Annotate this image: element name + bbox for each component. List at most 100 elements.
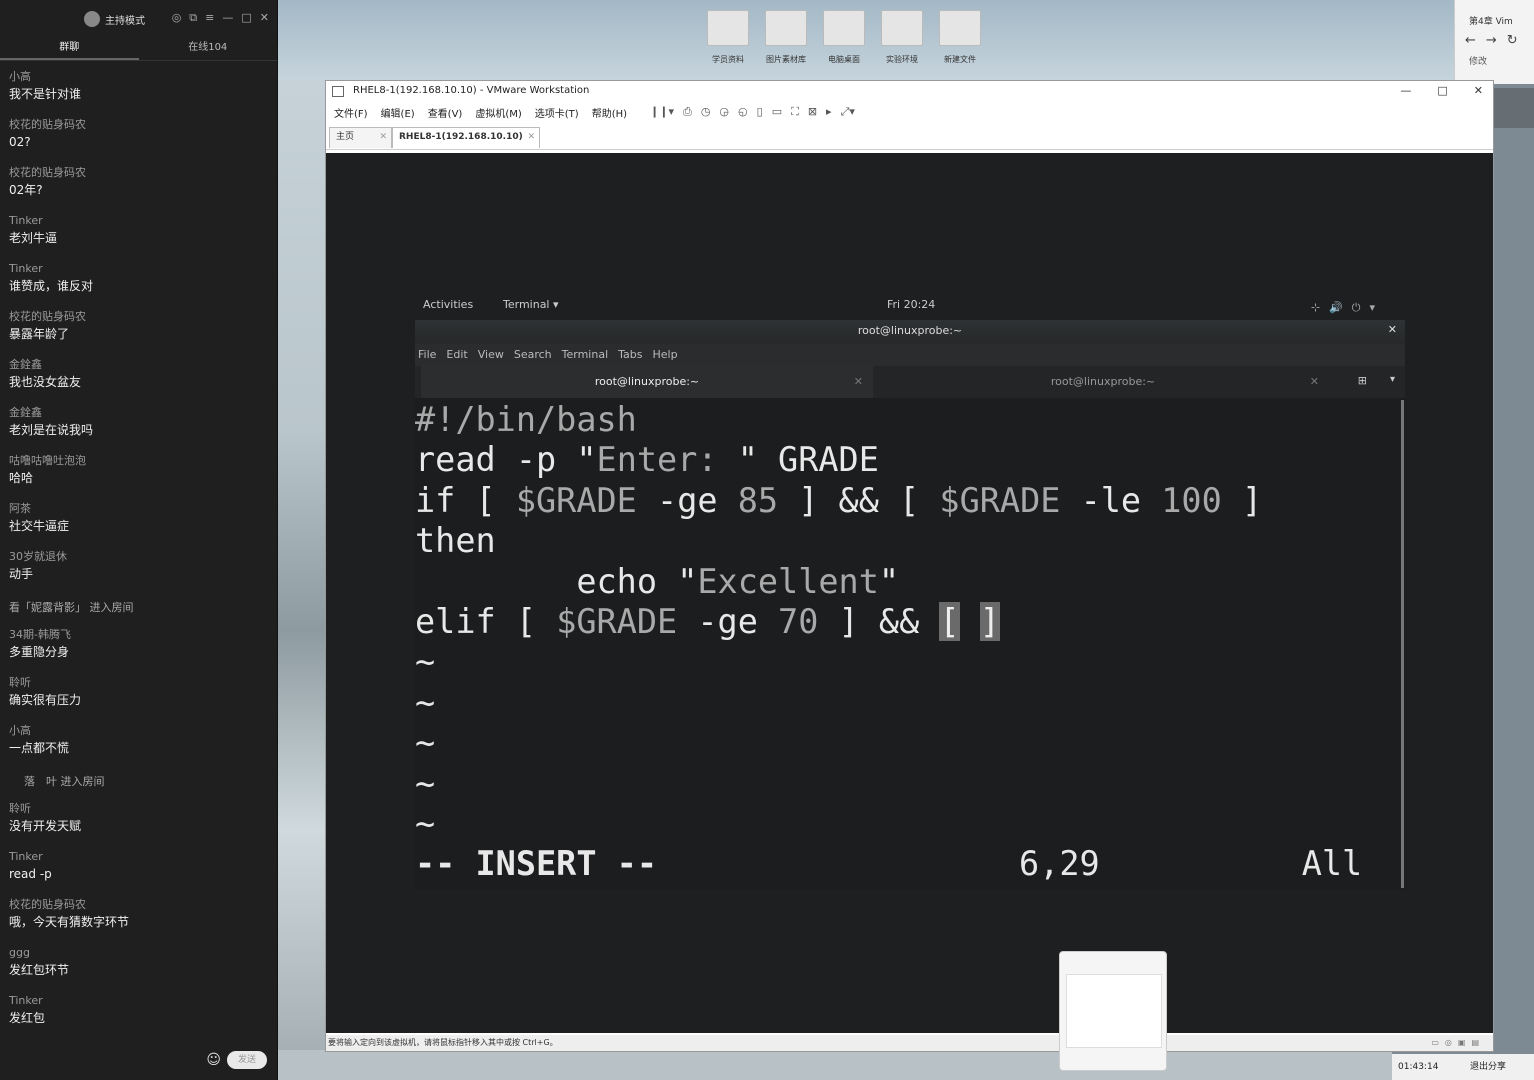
desktop-icon[interactable]: 电脑桌面 bbox=[819, 10, 869, 65]
activities-button[interactable]: Activities bbox=[423, 298, 473, 311]
desktop-icon-label: 学员资料 bbox=[712, 55, 744, 64]
terminal-window: root@linuxprobe:~ ✕ File Edit View Searc… bbox=[415, 320, 1405, 890]
chat-user: 金銓鑫 bbox=[9, 406, 42, 419]
chat-message: 校花的贴身码农 暴露年龄了 bbox=[0, 309, 277, 357]
menu-icon[interactable]: ≡ bbox=[205, 11, 214, 25]
close-icon[interactable]: ✕ bbox=[1310, 366, 1319, 398]
gnome-topbar: Activities Terminal ▾ Fri 20:24 ⊹🔊⏻▾ bbox=[415, 296, 1405, 315]
terminal-tab[interactable]: root@linuxprobe:~ ✕ bbox=[877, 366, 1329, 398]
tab-group-chat[interactable]: 群聊 bbox=[0, 38, 139, 60]
vim-mode: -- INSERT -- bbox=[415, 844, 658, 884]
chat-user: 咕噜咕噜吐泡泡 bbox=[9, 454, 86, 467]
popout-icon[interactable]: ⧉ bbox=[189, 11, 197, 25]
menu-help[interactable]: 帮助(H) bbox=[592, 105, 627, 120]
chat-text: 没有开发天赋 bbox=[9, 819, 82, 833]
terminal-menubar: File Edit View Search Terminal Tabs Help bbox=[415, 344, 1405, 366]
chat-text: 哈哈 bbox=[9, 471, 34, 485]
chat-user: Tinker bbox=[9, 214, 43, 227]
menu-view[interactable]: 查看(V) bbox=[428, 105, 463, 120]
desktop-icon[interactable]: 学员资料 bbox=[703, 10, 753, 65]
pause-icon[interactable]: ❙❙▾ bbox=[650, 105, 674, 119]
host-mode[interactable]: 主持模式 bbox=[84, 11, 145, 27]
chat-user: 小高 bbox=[9, 70, 31, 83]
minimize-icon[interactable]: — bbox=[1400, 84, 1411, 97]
tab-vm[interactable]: RHEL8-1(192.168.10.10) ✕ bbox=[392, 127, 540, 148]
terminal-menu-view[interactable]: View bbox=[478, 344, 504, 366]
chat-text: 动手 bbox=[9, 567, 34, 581]
terminal-title: root@linuxprobe:~ bbox=[857, 324, 963, 337]
close-icon[interactable]: ✕ bbox=[854, 366, 863, 398]
chat-panel: 主持模式 ◎ ⧉ ≡ — □ ✕ 群聊 在线104 小高 我不是针对谁 校花的贴身… bbox=[0, 0, 278, 1080]
snapshot-icon[interactable]: ◷ bbox=[701, 105, 711, 119]
send-keys-icon[interactable]: ⎙ bbox=[683, 105, 692, 119]
desktop-icon[interactable]: 实验环境 bbox=[877, 10, 927, 65]
revert-snapshot-icon[interactable]: ◶ bbox=[719, 105, 729, 119]
chat-message: 阿茶 社交牛逼症 bbox=[0, 501, 277, 549]
emoji-icon[interactable]: ☺ bbox=[206, 1052, 221, 1068]
device-icons[interactable]: ▭◎▣▤ bbox=[1431, 1035, 1485, 1051]
vim-statusline: -- INSERT -- 6,29 All bbox=[415, 844, 1362, 884]
fullscreen-icon[interactable]: ⛶ bbox=[791, 105, 799, 119]
menu-edit[interactable]: 编辑(E) bbox=[381, 105, 415, 120]
menu-file[interactable]: 文件(F) bbox=[334, 105, 368, 120]
terminal-menu-edit[interactable]: Edit bbox=[446, 344, 467, 366]
tilde-line: ~ bbox=[415, 723, 436, 763]
browser-window-fragment: 第4章 Vim ←→↻ 修改 bbox=[1454, 0, 1534, 84]
maximize-icon[interactable]: □ bbox=[1437, 84, 1447, 97]
tab-online[interactable]: 在线104 bbox=[139, 38, 278, 60]
close-icon[interactable]: ✕ bbox=[527, 128, 535, 147]
menu-vm[interactable]: 虚拟机(M) bbox=[475, 105, 521, 120]
chat-user: 校花的贴身码农 bbox=[9, 898, 86, 911]
terminal-titlebar: root@linuxprobe:~ ✕ bbox=[415, 320, 1405, 344]
stretch-icon[interactable]: ⤢▾ bbox=[841, 105, 855, 119]
vmware-window-controls: — □ ✕ bbox=[1400, 84, 1483, 97]
chat-user: 校花的贴身码农 bbox=[9, 118, 86, 131]
desktop-icon-label: 新建文件 bbox=[944, 55, 976, 64]
desktop-icon[interactable]: 图片素材库 bbox=[761, 10, 811, 65]
terminal-scrollbar[interactable] bbox=[1401, 400, 1404, 888]
chat-message: Tinker 谁赞成，谁反对 bbox=[0, 261, 277, 309]
close-icon[interactable]: ✕ bbox=[379, 128, 387, 147]
exit-share-button[interactable]: 退出分享 bbox=[1470, 1054, 1506, 1080]
terminal-menu-tabs[interactable]: Tabs bbox=[618, 344, 642, 366]
chat-text: 社交牛逼症 bbox=[9, 519, 70, 533]
chat-user: Tinker bbox=[9, 850, 43, 863]
desktop-bottom-strip bbox=[278, 1050, 1392, 1080]
host-avatar bbox=[84, 11, 100, 27]
unity-icon[interactable]: ⊠ bbox=[808, 105, 817, 119]
terminal-menu-file[interactable]: File bbox=[418, 344, 436, 366]
vim-buffer[interactable]: #!/bin/bash read -p "Enter: " GRADE if [ $… bbox=[415, 400, 1362, 885]
chat-text: read -p bbox=[9, 867, 52, 881]
terminal-tab[interactable]: root@linuxprobe:~ ✕ bbox=[421, 366, 873, 398]
chevron-down-icon[interactable]: ▾ bbox=[1390, 374, 1395, 385]
terminal-menu-search[interactable]: Search bbox=[514, 344, 552, 366]
snapshot-manager-icon[interactable]: ◵ bbox=[738, 105, 748, 119]
code-line: elif [ $GRADE -ge 70 ] && [ ] bbox=[415, 602, 1000, 642]
close-icon[interactable]: ✕ bbox=[1474, 84, 1483, 97]
terminal-app-menu[interactable]: Terminal ▾ bbox=[503, 298, 559, 311]
send-button[interactable]: 发送 bbox=[227, 1051, 267, 1069]
new-tab-icon[interactable]: ⊞ bbox=[1358, 374, 1367, 387]
chat-input-bar: ☺ 发送 bbox=[0, 1042, 277, 1080]
tab-home[interactable]: 主页 ✕ bbox=[329, 127, 392, 148]
console-view-icon[interactable]: ▭ bbox=[772, 105, 782, 119]
close-icon[interactable]: ✕ bbox=[1388, 323, 1397, 336]
modify-button[interactable]: 修改 bbox=[1455, 48, 1534, 67]
desktop-icon[interactable]: 新建文件 bbox=[935, 10, 985, 65]
terminal-menu-terminal[interactable]: Terminal bbox=[562, 344, 609, 366]
browser-tab[interactable]: 第4章 Vim bbox=[1455, 0, 1534, 27]
code-line: then bbox=[415, 521, 496, 561]
browser-nav-icons[interactable]: ←→↻ bbox=[1455, 27, 1534, 48]
clock[interactable]: Fri 20:24 bbox=[887, 298, 935, 311]
window-preview-thumbnail[interactable] bbox=[1059, 951, 1167, 1071]
terminal-menu-help[interactable]: Help bbox=[653, 344, 678, 366]
library-icon[interactable]: ▯ bbox=[757, 105, 763, 119]
chat-text: 发红包环节 bbox=[9, 963, 70, 977]
chat-message: Tinker read -p bbox=[0, 849, 277, 897]
eye-icon[interactable]: ◎ bbox=[172, 11, 182, 25]
close-icon[interactable]: ✕ bbox=[260, 11, 269, 25]
maximize-icon[interactable]: □ bbox=[241, 11, 251, 25]
minimize-icon[interactable]: — bbox=[222, 11, 233, 25]
terminal-icon[interactable]: ▸ bbox=[826, 105, 832, 119]
menu-tabs[interactable]: 选项卡(T) bbox=[535, 105, 579, 120]
